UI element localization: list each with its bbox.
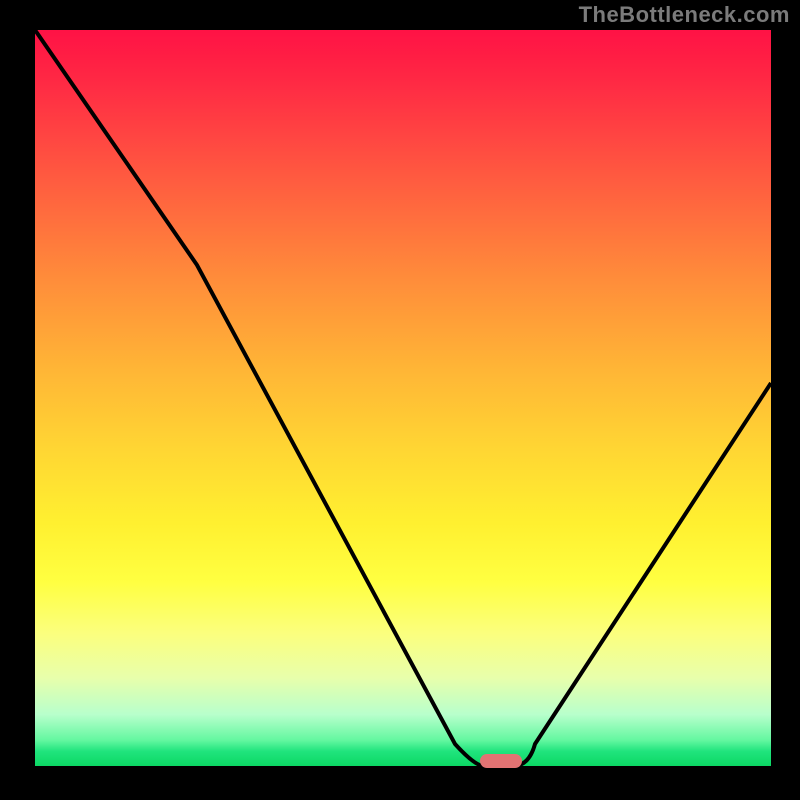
- optimal-marker: [480, 754, 522, 768]
- chart-container: TheBottleneck.com: [0, 0, 800, 800]
- bottleneck-curve: [35, 30, 771, 766]
- watermark-text: TheBottleneck.com: [579, 2, 790, 28]
- plot-area: [35, 30, 771, 766]
- curve-path: [35, 30, 771, 766]
